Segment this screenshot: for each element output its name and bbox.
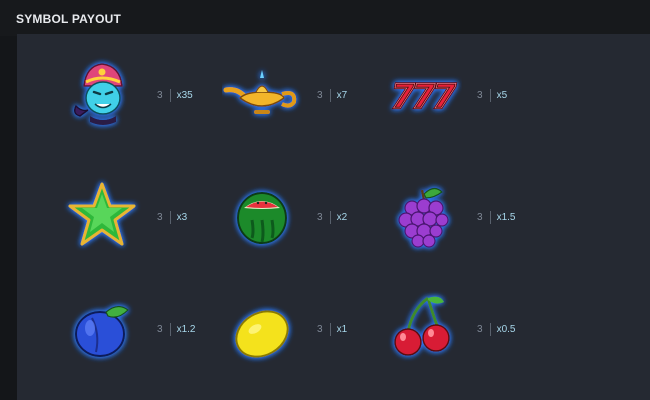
payout-multiplier: x1.5 (496, 211, 516, 223)
divider (169, 322, 171, 336)
payout-panel: 3 x35 3 x7 777 777 3 x5 3 x3 3 x2 3 x1.5… (17, 34, 650, 400)
payout-item-watermelon: 3 x2 (222, 176, 372, 256)
payout-multiplier: x1.2 (176, 323, 196, 335)
symbol-count: 3 (477, 323, 483, 335)
divider (329, 210, 331, 224)
payout-label: 3 x1 (317, 322, 347, 336)
cherries-icon (382, 288, 462, 368)
magic-lamp-icon (222, 54, 302, 134)
header-bar: SYMBOL PAYOUT (0, 0, 650, 36)
divider (329, 322, 331, 336)
payout-label: 3 x5 (477, 88, 507, 102)
page-title: SYMBOL PAYOUT (16, 12, 122, 26)
payout-item-grapes: 3 x1.5 (382, 176, 532, 256)
payout-multiplier: x3 (176, 211, 188, 223)
symbol-count: 3 (317, 211, 323, 223)
payout-label: 3 x7 (317, 88, 347, 102)
symbol-count: 3 (157, 323, 163, 335)
payout-label: 3 x1.2 (157, 322, 195, 336)
payout-multiplier: x5 (496, 89, 508, 101)
divider (489, 88, 491, 102)
symbol-count: 3 (157, 211, 163, 223)
payout-item-lemon: 3 x1 (222, 288, 372, 368)
payout-item-cherries: 3 x0.5 (382, 288, 532, 368)
lemon-icon (222, 288, 302, 368)
divider (169, 88, 171, 102)
payout-label: 3 x2 (317, 210, 347, 224)
plum-icon (62, 288, 142, 368)
symbol-count: 3 (317, 89, 323, 101)
divider (169, 210, 171, 224)
symbol-count: 3 (157, 89, 163, 101)
triple-seven-icon: 777 777 (382, 54, 462, 134)
payout-item-plum: 3 x1.2 (62, 288, 212, 368)
payout-label: 3 x1.5 (477, 210, 515, 224)
divider (489, 322, 491, 336)
symbol-count: 3 (477, 211, 483, 223)
payout-label: 3 x3 (157, 210, 187, 224)
payout-multiplier: x0.5 (496, 323, 516, 335)
payout-item-sevens: 777 777 3 x5 (382, 54, 532, 134)
genie-icon (62, 54, 142, 134)
payout-item-genie: 3 x35 (62, 54, 212, 134)
payout-multiplier: x35 (176, 89, 193, 101)
grapes-icon (382, 176, 462, 256)
symbol-count: 3 (477, 89, 483, 101)
divider (329, 88, 331, 102)
symbol-count: 3 (317, 323, 323, 335)
payout-item-lamp: 3 x7 (222, 54, 372, 134)
svg-text:777: 777 (391, 77, 456, 117)
watermelon-icon (222, 176, 302, 256)
divider (489, 210, 491, 224)
payout-item-star: 3 x3 (62, 176, 212, 256)
payout-label: 3 x35 (157, 88, 193, 102)
payout-multiplier: x2 (336, 211, 348, 223)
payout-multiplier: x1 (336, 323, 348, 335)
star-icon (62, 176, 142, 256)
payout-multiplier: x7 (336, 89, 348, 101)
payout-label: 3 x0.5 (477, 322, 515, 336)
